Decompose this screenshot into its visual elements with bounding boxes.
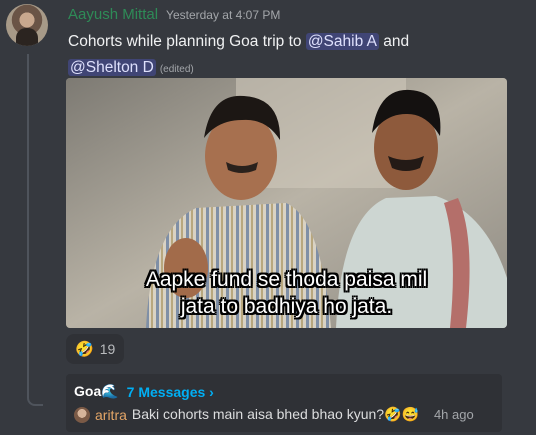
thread-time: 4h ago bbox=[433, 407, 474, 422]
thread-message-text: Baki cohorts main aisa bhed bhao kyun?🤣😅 bbox=[131, 406, 419, 422]
thread-connector-line bbox=[27, 54, 43, 406]
message-content: Cohorts while planning Goa trip to @Sahi… bbox=[68, 29, 508, 83]
meme-image[interactable]: Aapke fund se thoda paisa mil jata to ba… bbox=[66, 78, 507, 328]
meme-caption-line: jata to badhiya ho jata. bbox=[180, 295, 393, 318]
rofl-emoji-icon: 🤣 bbox=[75, 341, 94, 358]
user-avatar[interactable] bbox=[6, 4, 48, 46]
username[interactable]: Aayush Mittal bbox=[68, 6, 158, 23]
thread-author[interactable]: aritra bbox=[95, 407, 127, 423]
reaction-count: 19 bbox=[99, 341, 116, 357]
message-text-part: Cohorts while planning Goa trip to bbox=[68, 33, 306, 50]
thread-header: Goa🌊 7 Messages › bbox=[74, 383, 214, 400]
reaction-button[interactable]: 🤣 19 bbox=[66, 334, 125, 364]
meme-caption-line: Aapke fund se thoda paisa mil bbox=[145, 268, 428, 291]
edited-label: (edited) bbox=[159, 64, 194, 75]
mention-sahib[interactable]: @Sahib A bbox=[305, 33, 379, 50]
mention-shelton[interactable]: @Shelton D bbox=[68, 59, 156, 76]
message-text-part: and bbox=[378, 33, 410, 50]
meme-caption: Aapke fund se thoda paisa mil jata to ba… bbox=[66, 266, 507, 320]
thread-messages-link[interactable]: 7 Messages › bbox=[127, 384, 214, 400]
thread-name[interactable]: Goa🌊 bbox=[74, 383, 119, 400]
thread-last-message: aritra Baki cohorts main aisa bhed bhao … bbox=[74, 406, 474, 423]
thread-preview[interactable]: Goa🌊 7 Messages › aritra Baki cohorts ma… bbox=[66, 374, 502, 432]
message-timestamp: Yesterday at 4:07 PM bbox=[166, 8, 281, 22]
message-header: Aayush Mittal Yesterday at 4:07 PM bbox=[68, 6, 280, 26]
thread-author-avatar bbox=[74, 406, 90, 423]
